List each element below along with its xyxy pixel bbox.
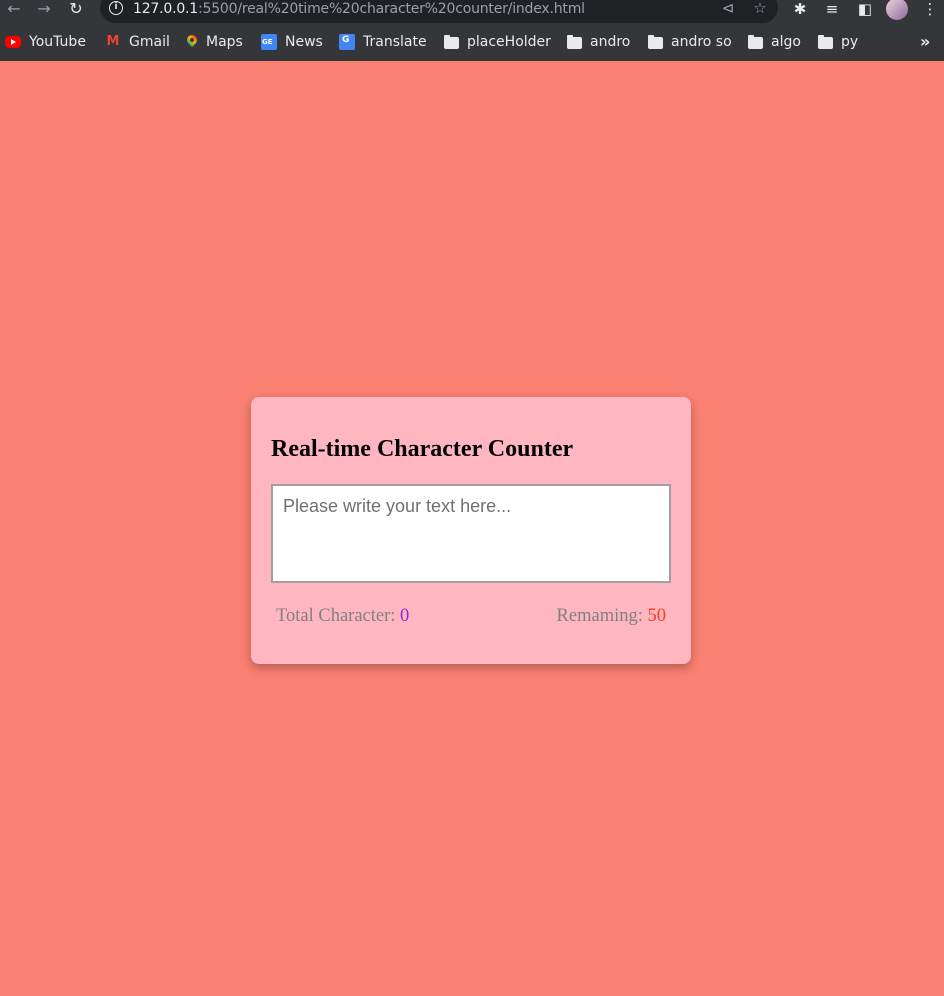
bookmark-label: Gmail	[129, 34, 170, 50]
address-url[interactable]: 127.0.0.1:5500/real%20time%20character%2…	[133, 1, 585, 17]
bookmark-folder-placeholder[interactable]: placeHolder	[444, 30, 551, 54]
folder-icon	[444, 34, 459, 49]
share-icon[interactable]: ⊲	[719, 0, 737, 17]
address-bar[interactable]: i 127.0.0.1:5500/real%20time%20character…	[100, 0, 778, 23]
bookmark-label: py	[841, 34, 859, 50]
counts-row: Total Character: 0 Remaming: 50	[276, 606, 666, 628]
bookmark-label: algo	[771, 34, 801, 50]
bookmark-youtube[interactable]: YouTube	[5, 30, 86, 54]
media-queue-icon[interactable]: ≡	[822, 0, 842, 20]
url-path: :5500/real%20time%20character%20counter/…	[198, 1, 585, 17]
folder-icon	[648, 34, 663, 49]
youtube-icon	[5, 36, 21, 48]
profile-avatar[interactable]	[886, 0, 908, 20]
total-character-value: 0	[400, 606, 410, 626]
site-info-icon[interactable]: i	[109, 1, 123, 15]
bookmark-maps[interactable]: Maps	[186, 30, 243, 54]
side-panel-icon[interactable]: ◧	[855, 0, 875, 20]
text-input[interactable]	[271, 484, 671, 583]
bookmark-folder-py[interactable]: py	[818, 30, 858, 54]
bookmarks-overflow-icon[interactable]: »	[920, 30, 930, 54]
gmail-icon: M	[106, 34, 120, 49]
folder-icon	[567, 34, 582, 49]
bookmark-label: News	[285, 34, 323, 50]
bookmark-label: placeHolder	[467, 34, 551, 50]
maps-icon	[186, 34, 198, 50]
folder-icon	[748, 34, 763, 49]
counter-card: Real-time Character Counter Total Charac…	[251, 397, 691, 664]
remaining-label: Remaming:	[556, 606, 648, 626]
menu-kebab-icon[interactable]: ⋮	[920, 0, 940, 20]
bookmark-label: Maps	[206, 34, 243, 50]
bookmark-label: andro so	[671, 34, 732, 50]
page-title: Real-time Character Counter	[271, 436, 574, 462]
translate-icon	[339, 34, 355, 50]
back-arrow-icon[interactable]: ←	[4, 0, 24, 20]
bookmark-folder-algo[interactable]: algo	[748, 30, 801, 54]
browser-toolbar: ← → ↻ i 127.0.0.1:5500/real%20time%20cha…	[0, 0, 944, 23]
bookmark-label: andro	[590, 34, 631, 50]
extensions-icon[interactable]: ✱	[790, 0, 810, 20]
bookmark-label: Translate	[363, 34, 427, 50]
browser-chrome: ← → ↻ i 127.0.0.1:5500/real%20time%20cha…	[0, 0, 944, 61]
reload-icon[interactable]: ↻	[66, 0, 86, 20]
folder-icon	[818, 34, 833, 49]
forward-arrow-icon[interactable]: →	[34, 0, 54, 20]
remaining-stat: Remaming: 50	[557, 606, 666, 627]
bookmark-folder-andro[interactable]: andro	[567, 30, 630, 54]
bookmark-translate[interactable]: Translate	[339, 30, 427, 54]
bookmark-folder-andro-so[interactable]: andro so	[648, 30, 732, 54]
bookmarks-bar: YouTube M Gmail Maps News Translate place…	[0, 30, 944, 54]
remaining-value: 50	[647, 606, 667, 626]
url-host: 127.0.0.1	[133, 1, 198, 17]
total-character-stat: Total Character: 0	[276, 606, 409, 627]
bookmark-news[interactable]: News	[261, 30, 323, 54]
news-icon	[261, 34, 277, 50]
bookmark-label: YouTube	[29, 34, 86, 50]
bookmark-gmail[interactable]: M Gmail	[105, 30, 170, 54]
total-character-label: Total Character:	[276, 606, 401, 626]
star-icon[interactable]: ☆	[751, 0, 769, 17]
